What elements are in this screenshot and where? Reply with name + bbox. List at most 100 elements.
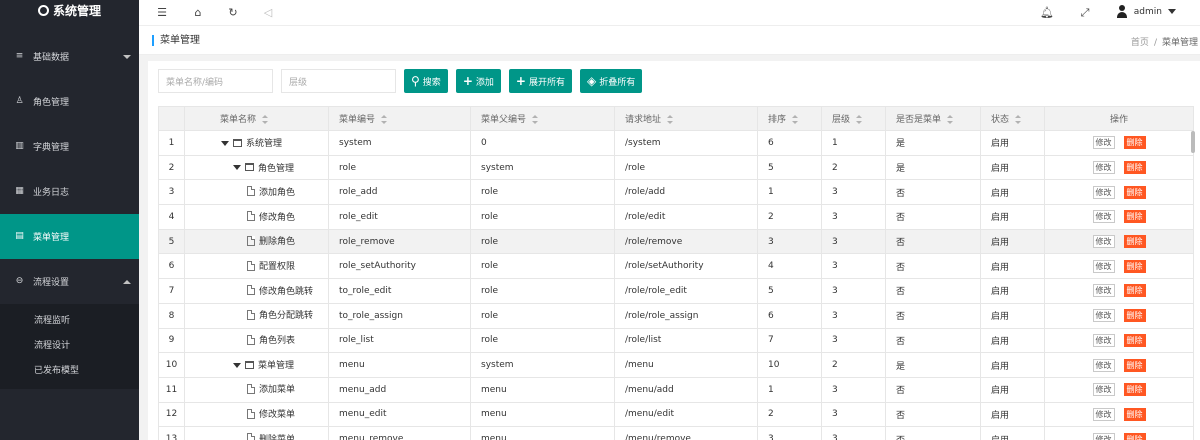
sidebar-subitem[interactable]: 已发布模型 (0, 359, 139, 384)
edit-button[interactable]: 修改 (1092, 235, 1115, 249)
delete-button[interactable]: 删除 (1123, 407, 1146, 421)
cell-parent: role (470, 327, 615, 354)
column-header[interactable]: 菜单编号 (328, 106, 471, 131)
table-row[interactable]: 1 系统管理 system 0/system 6 1 是启用 修改 删除 (158, 130, 1194, 156)
edit-button[interactable]: 修改 (1092, 259, 1115, 273)
table-header-row: 菜单名称 菜单编号 菜单父编号 请求地址 排序 层级 是否是菜单 状态 操作 (158, 106, 1194, 131)
delete-button[interactable]: 删除 (1123, 333, 1146, 347)
table-row[interactable]: 9 角色列表 role_list role/role/list 7 3 否启用 修改 删除 (158, 327, 1194, 354)
edit-button[interactable]: 修改 (1092, 407, 1115, 421)
expand-toggle-icon[interactable] (233, 163, 241, 171)
table-row[interactable]: 6 配置权限 role_setAuthority role/role/setAutho… (158, 253, 1194, 280)
sort-icon[interactable] (856, 115, 863, 124)
delete-button[interactable]: 删除 (1123, 358, 1146, 372)
table-row[interactable]: 7 修改角色跳转 to_role_edit role/role/role_edit 5 3… (158, 278, 1194, 304)
edit-button[interactable]: 修改 (1092, 309, 1115, 323)
edit-button[interactable]: 修改 (1092, 284, 1115, 298)
edit-button[interactable]: 修改 (1092, 383, 1115, 397)
edit-button[interactable]: 修改 (1092, 432, 1115, 440)
delete-button[interactable]: 删除 (1123, 383, 1146, 397)
cell-status: 启用 (980, 376, 1045, 403)
cell-code: system (328, 130, 471, 156)
sort-icon[interactable] (262, 115, 269, 124)
column-header[interactable]: 是否是菜单 (885, 106, 981, 131)
sort-icon[interactable] (532, 115, 539, 124)
sort-icon[interactable] (667, 115, 674, 124)
table-row[interactable]: 5 删除角色 role_remove role/role/remove 3 3 否启用 修改删… (158, 228, 1194, 255)
collapse-all-button[interactable]: ◈ 折叠所有 (579, 69, 643, 93)
expand-toggle-icon[interactable] (233, 361, 241, 369)
sidebar-subitem[interactable]: 流程设计 (0, 334, 139, 359)
table-row[interactable]: 2 角色管理 role system/role 5 2 是启用 修改 删除 (158, 154, 1194, 181)
column-header[interactable]: 菜单名称 (184, 106, 329, 131)
search-button[interactable]: ⚲ 搜索 (404, 69, 448, 93)
cell-sort: 6 (757, 302, 822, 329)
level-search-input[interactable]: 层级 (281, 69, 396, 93)
file-icon (247, 433, 255, 440)
sidebar-item-5[interactable]: ⊖ 流程设置 (0, 259, 139, 304)
sidebar-item-3[interactable]: ▦ 业务日志 (0, 169, 139, 214)
column-header[interactable]: 请求地址 (614, 106, 758, 131)
bell-icon[interactable]: 🔔︎ (1040, 6, 1054, 20)
user-menu[interactable]: admin (1116, 5, 1176, 18)
fullscreen-icon[interactable]: ⤢ (1078, 6, 1092, 20)
cell-status: 启用 (980, 204, 1045, 230)
column-header[interactable]: 排序 (757, 106, 822, 131)
menu-name: 菜单管理 (258, 361, 295, 372)
name-search-input[interactable]: 菜单名称/编码 (158, 69, 273, 93)
edit-button[interactable]: 修改 (1092, 136, 1115, 150)
delete-button[interactable]: 删除 (1123, 161, 1146, 175)
expand-all-button[interactable]: + 展开所有 (508, 69, 572, 93)
sort-icon[interactable] (947, 115, 954, 124)
sort-icon[interactable] (1015, 115, 1022, 124)
sort-icon[interactable] (381, 115, 388, 124)
delete-button[interactable]: 删除 (1123, 185, 1146, 199)
sidebar-subitem[interactable]: 流程监听 (0, 309, 139, 334)
edit-button[interactable]: 修改 (1092, 333, 1115, 347)
table-row[interactable]: 12 修改菜单 menu_edit menu/menu/edit 2 3 否启用 修改 删除 (158, 401, 1194, 428)
table-row[interactable]: 13删除菜单menu_removemenu/menu/remove33否启用修改… (158, 426, 1194, 440)
delete-button[interactable]: 删除 (1123, 259, 1146, 273)
breadcrumb-home[interactable]: 首页 (1131, 38, 1149, 48)
cell-level: 3 (821, 327, 886, 354)
speaker-icon[interactable]: ◁ (261, 6, 275, 20)
sidebar-item-2[interactable]: ▥ 字典管理 (0, 124, 139, 169)
search-icon: ⚲ (411, 74, 420, 88)
table-row[interactable]: 11 添加菜单 menu_add menu/menu/add 1 3 否启用 修改 删除 (158, 376, 1194, 403)
scrollbar[interactable] (1191, 131, 1195, 153)
actions-cell: 修改 删除 (1044, 302, 1194, 329)
sidebar-item-4[interactable]: ▤ 菜单管理 (0, 214, 139, 259)
column-header[interactable]: 菜单父编号 (470, 106, 615, 131)
delete-button[interactable]: 删除 (1123, 432, 1146, 440)
delete-button[interactable]: 删除 (1123, 210, 1146, 224)
refresh-icon[interactable]: ↻ (226, 6, 240, 20)
cell-code: role_remove (328, 228, 471, 255)
page-title: 菜单管理 (152, 35, 200, 46)
table-row[interactable]: 8 角色分配跳转 to_role_assign role/role/role_assi… (158, 302, 1194, 329)
sidebar-nav: ≡ 基础数据 ♙ 角色管理 ▥ 字典管理 ▦ 业务日志 ▤ 菜单管理 ⊖ 流程设置流程监听 流程设计 已发… (0, 34, 139, 389)
edit-button[interactable]: 修改 (1092, 358, 1115, 372)
menu-toggle-icon[interactable]: ☰ (155, 6, 169, 20)
home-icon[interactable]: ⌂ (191, 6, 205, 20)
menu-name-cell: 删除角色 (184, 228, 329, 255)
sidebar-item-label: 基础数据 (33, 53, 70, 63)
edit-button[interactable]: 修改 (1092, 161, 1115, 175)
delete-button[interactable]: 删除 (1123, 309, 1146, 323)
table-row[interactable]: 4 修改角色 role_edit role/role/edit 2 3 否启用 修改 删除 (158, 204, 1194, 230)
expand-toggle-icon[interactable] (221, 139, 229, 147)
add-button[interactable]: + 添加 (455, 69, 501, 93)
column-header[interactable]: 层级 (821, 106, 886, 131)
delete-button[interactable]: 删除 (1123, 235, 1146, 249)
table-row[interactable]: 10 菜单管理 menu system/menu 10 2 是启用 修改 删除 (158, 352, 1194, 378)
cell-code: role_list (328, 327, 471, 354)
table-row[interactable]: 3 添加角色 role_add role/role/add 1 3 否启用 修改 删除 (158, 179, 1194, 206)
sidebar-item-1[interactable]: ♙ 角色管理 (0, 79, 139, 124)
edit-button[interactable]: 修改 (1092, 185, 1115, 199)
actions-cell: 修改 删除 (1044, 228, 1194, 255)
column-header[interactable]: 状态 (980, 106, 1045, 131)
sidebar-item-0[interactable]: ≡ 基础数据 (0, 34, 139, 79)
delete-button[interactable]: 删除 (1123, 136, 1146, 150)
sort-icon[interactable] (792, 115, 799, 124)
delete-button[interactable]: 删除 (1123, 284, 1146, 298)
edit-button[interactable]: 修改 (1092, 210, 1115, 224)
